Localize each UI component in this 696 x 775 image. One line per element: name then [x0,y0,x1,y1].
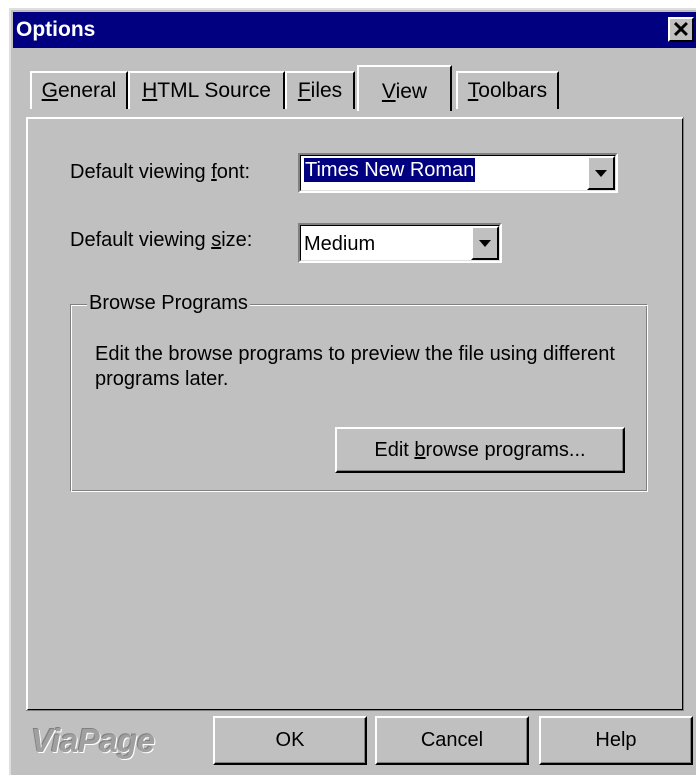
tab-view[interactable]: View [357,65,452,111]
ok-button[interactable]: OK [213,716,367,765]
tab-label: Toolbars [467,79,548,102]
group-description: Edit the browse programs to preview the … [95,343,615,390]
title-bar: Options ✕ [13,12,696,48]
button-label: OK [275,729,305,751]
default-size-select[interactable]: Medium [298,223,502,263]
default-font-value: Times New Roman [304,158,476,182]
help-button[interactable]: Help [539,716,693,765]
default-font-label: Default viewing font: [70,161,251,183]
default-size-value: Medium [304,233,376,255]
default-size-label: Default viewing size: [70,229,253,251]
button-label: Cancel [420,729,484,751]
button-label: Help [595,729,637,751]
close-icon: ✕ [671,16,691,42]
size-dropdown-button[interactable] [471,226,499,260]
tab-general[interactable]: General [30,71,128,109]
tab-label: View [381,80,428,103]
chevron-down-icon [479,239,491,247]
view-tab-page: Default viewing font: Times New Roman De… [26,117,684,711]
window-title: Options [16,18,96,41]
group-title: Browse Programs [87,292,250,315]
tab-label: Files [297,79,343,102]
browse-programs-group: Browse Programs Edit the browse programs… [70,292,648,492]
viapage-logo: ViaPage [31,722,155,759]
chevron-down-icon [595,169,607,177]
font-dropdown-button[interactable] [587,156,615,190]
tab-toolbars[interactable]: Toolbars [456,71,559,109]
cancel-button[interactable]: Cancel [375,716,529,765]
options-dialog: Options ✕ General HTML Source Files View… [9,8,696,775]
tab-label: HTML Source [142,79,271,102]
tab-label: General [41,79,117,102]
tab-files[interactable]: Files [285,71,355,109]
default-font-select[interactable]: Times New Roman [298,153,618,193]
close-button[interactable]: ✕ [668,17,694,42]
button-label: Edit browse programs... [374,438,586,461]
edit-browse-programs-button[interactable]: Edit browse programs... [335,427,625,473]
tab-html-source[interactable]: HTML Source [128,71,285,109]
